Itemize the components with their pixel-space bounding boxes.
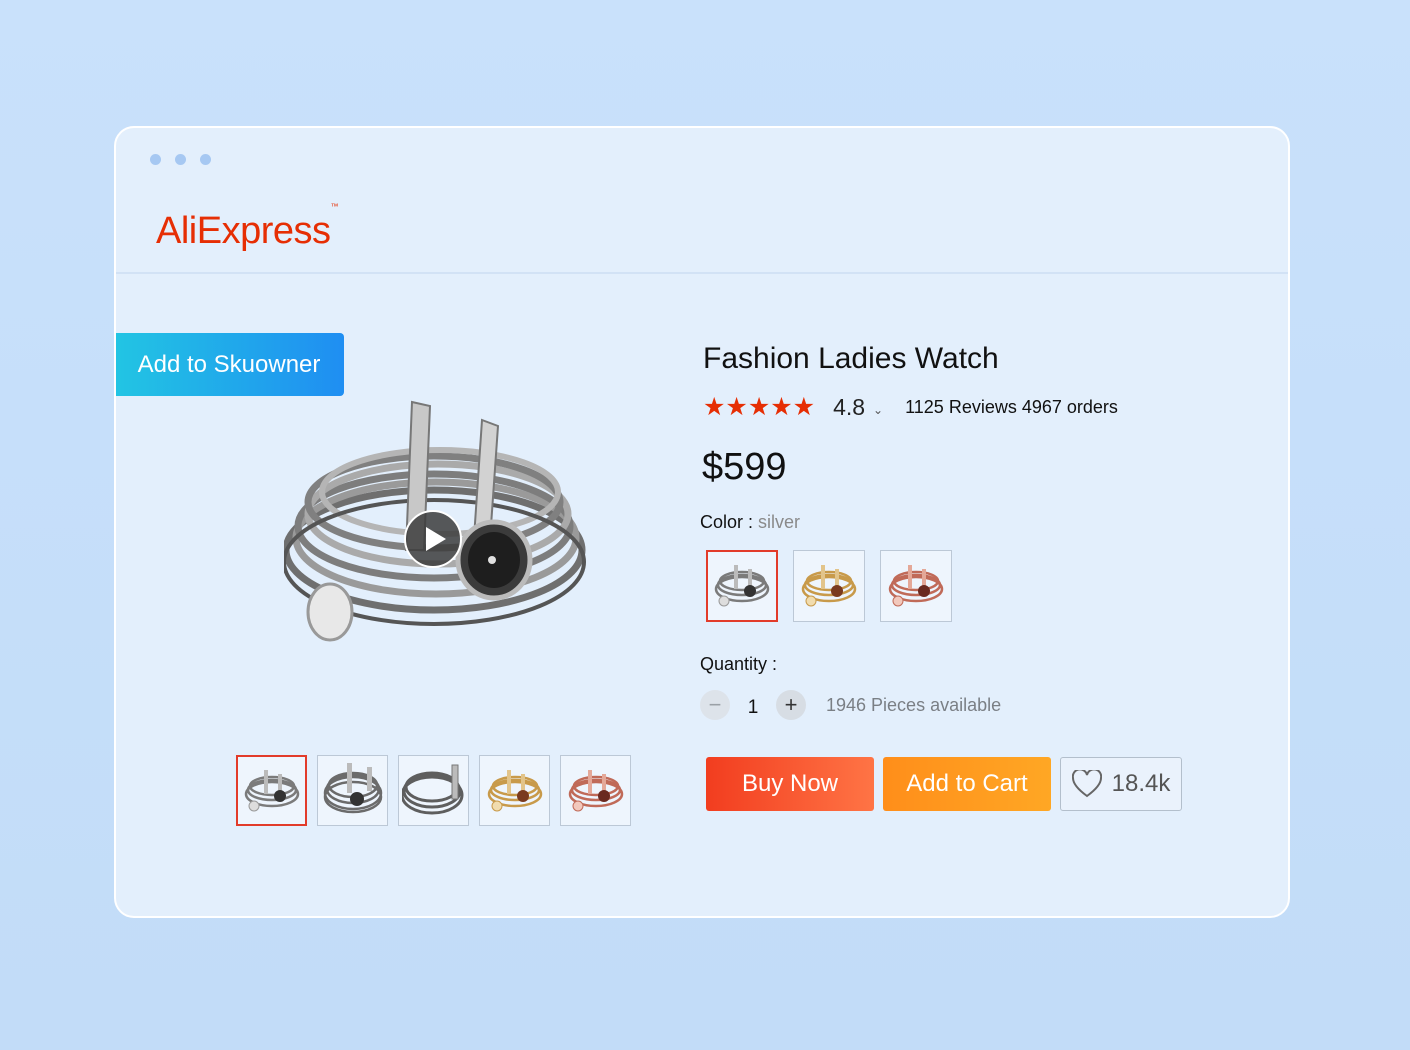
quantity-value[interactable]: 1	[730, 697, 776, 719]
quantity-label: Quantity :	[700, 654, 778, 674]
logo-trademark: ™	[330, 202, 339, 212]
decrease-quantity-button[interactable]: −	[700, 690, 730, 720]
color-value: silver	[758, 512, 801, 532]
header-divider	[116, 272, 1288, 274]
rating-value[interactable]: 4.8	[833, 394, 865, 421]
buy-now-button[interactable]: Buy Now	[706, 757, 874, 811]
color-selection: Color : silver	[700, 512, 800, 533]
add-to-skuowner-button[interactable]: Add to Skuowner	[116, 333, 344, 396]
availability-text: 1946 Pieces available	[826, 694, 1002, 715]
window-dot	[175, 154, 186, 165]
increase-quantity-button[interactable]: +	[776, 690, 806, 720]
wishlist-button[interactable]: 18.4k	[1060, 757, 1182, 811]
logo-text: AliExpress	[156, 210, 331, 252]
reviews-orders-count[interactable]: 1125 Reviews 4967 orders	[905, 397, 1118, 418]
product-title: Fashion Ladies Watch	[703, 342, 999, 375]
aliexpress-logo[interactable]: AliExpress™	[156, 202, 338, 253]
star-rating-icon: ★★★★★	[703, 393, 816, 421]
thumbnail-silver-3[interactable]	[398, 755, 469, 826]
thumbnail-silver-2[interactable]	[317, 755, 388, 826]
add-to-cart-button[interactable]: Add to Cart	[883, 757, 1051, 811]
heart-icon	[1071, 770, 1102, 798]
thumbnail-gold[interactable]	[479, 755, 550, 826]
window-dot	[200, 154, 211, 165]
swatch-silver[interactable]	[706, 550, 778, 622]
gallery-thumbnails	[236, 755, 631, 826]
play-video-button[interactable]	[404, 510, 462, 568]
window-dot	[150, 154, 161, 165]
browser-window: AliExpress™ Add to Skuowner Fashion Ladi…	[114, 126, 1290, 918]
color-swatches	[706, 550, 952, 622]
play-icon	[426, 527, 446, 551]
color-label: Color :	[700, 512, 759, 532]
thumbnail-rose-gold[interactable]	[560, 755, 631, 826]
window-dots	[150, 154, 211, 165]
swatch-gold[interactable]	[793, 550, 865, 622]
quantity-stepper: − 1 + 1946 Pieces available	[700, 690, 1001, 720]
thumbnail-silver-1[interactable]	[236, 755, 307, 826]
swatch-rose-gold[interactable]	[880, 550, 952, 622]
wishlist-count: 18.4k	[1111, 770, 1171, 797]
rating-row: ★★★★★ 4.8 ⌄ 1125 Reviews 4967 orders	[703, 392, 1118, 422]
chevron-down-icon[interactable]: ⌄	[873, 403, 883, 417]
product-price: $599	[702, 446, 787, 488]
